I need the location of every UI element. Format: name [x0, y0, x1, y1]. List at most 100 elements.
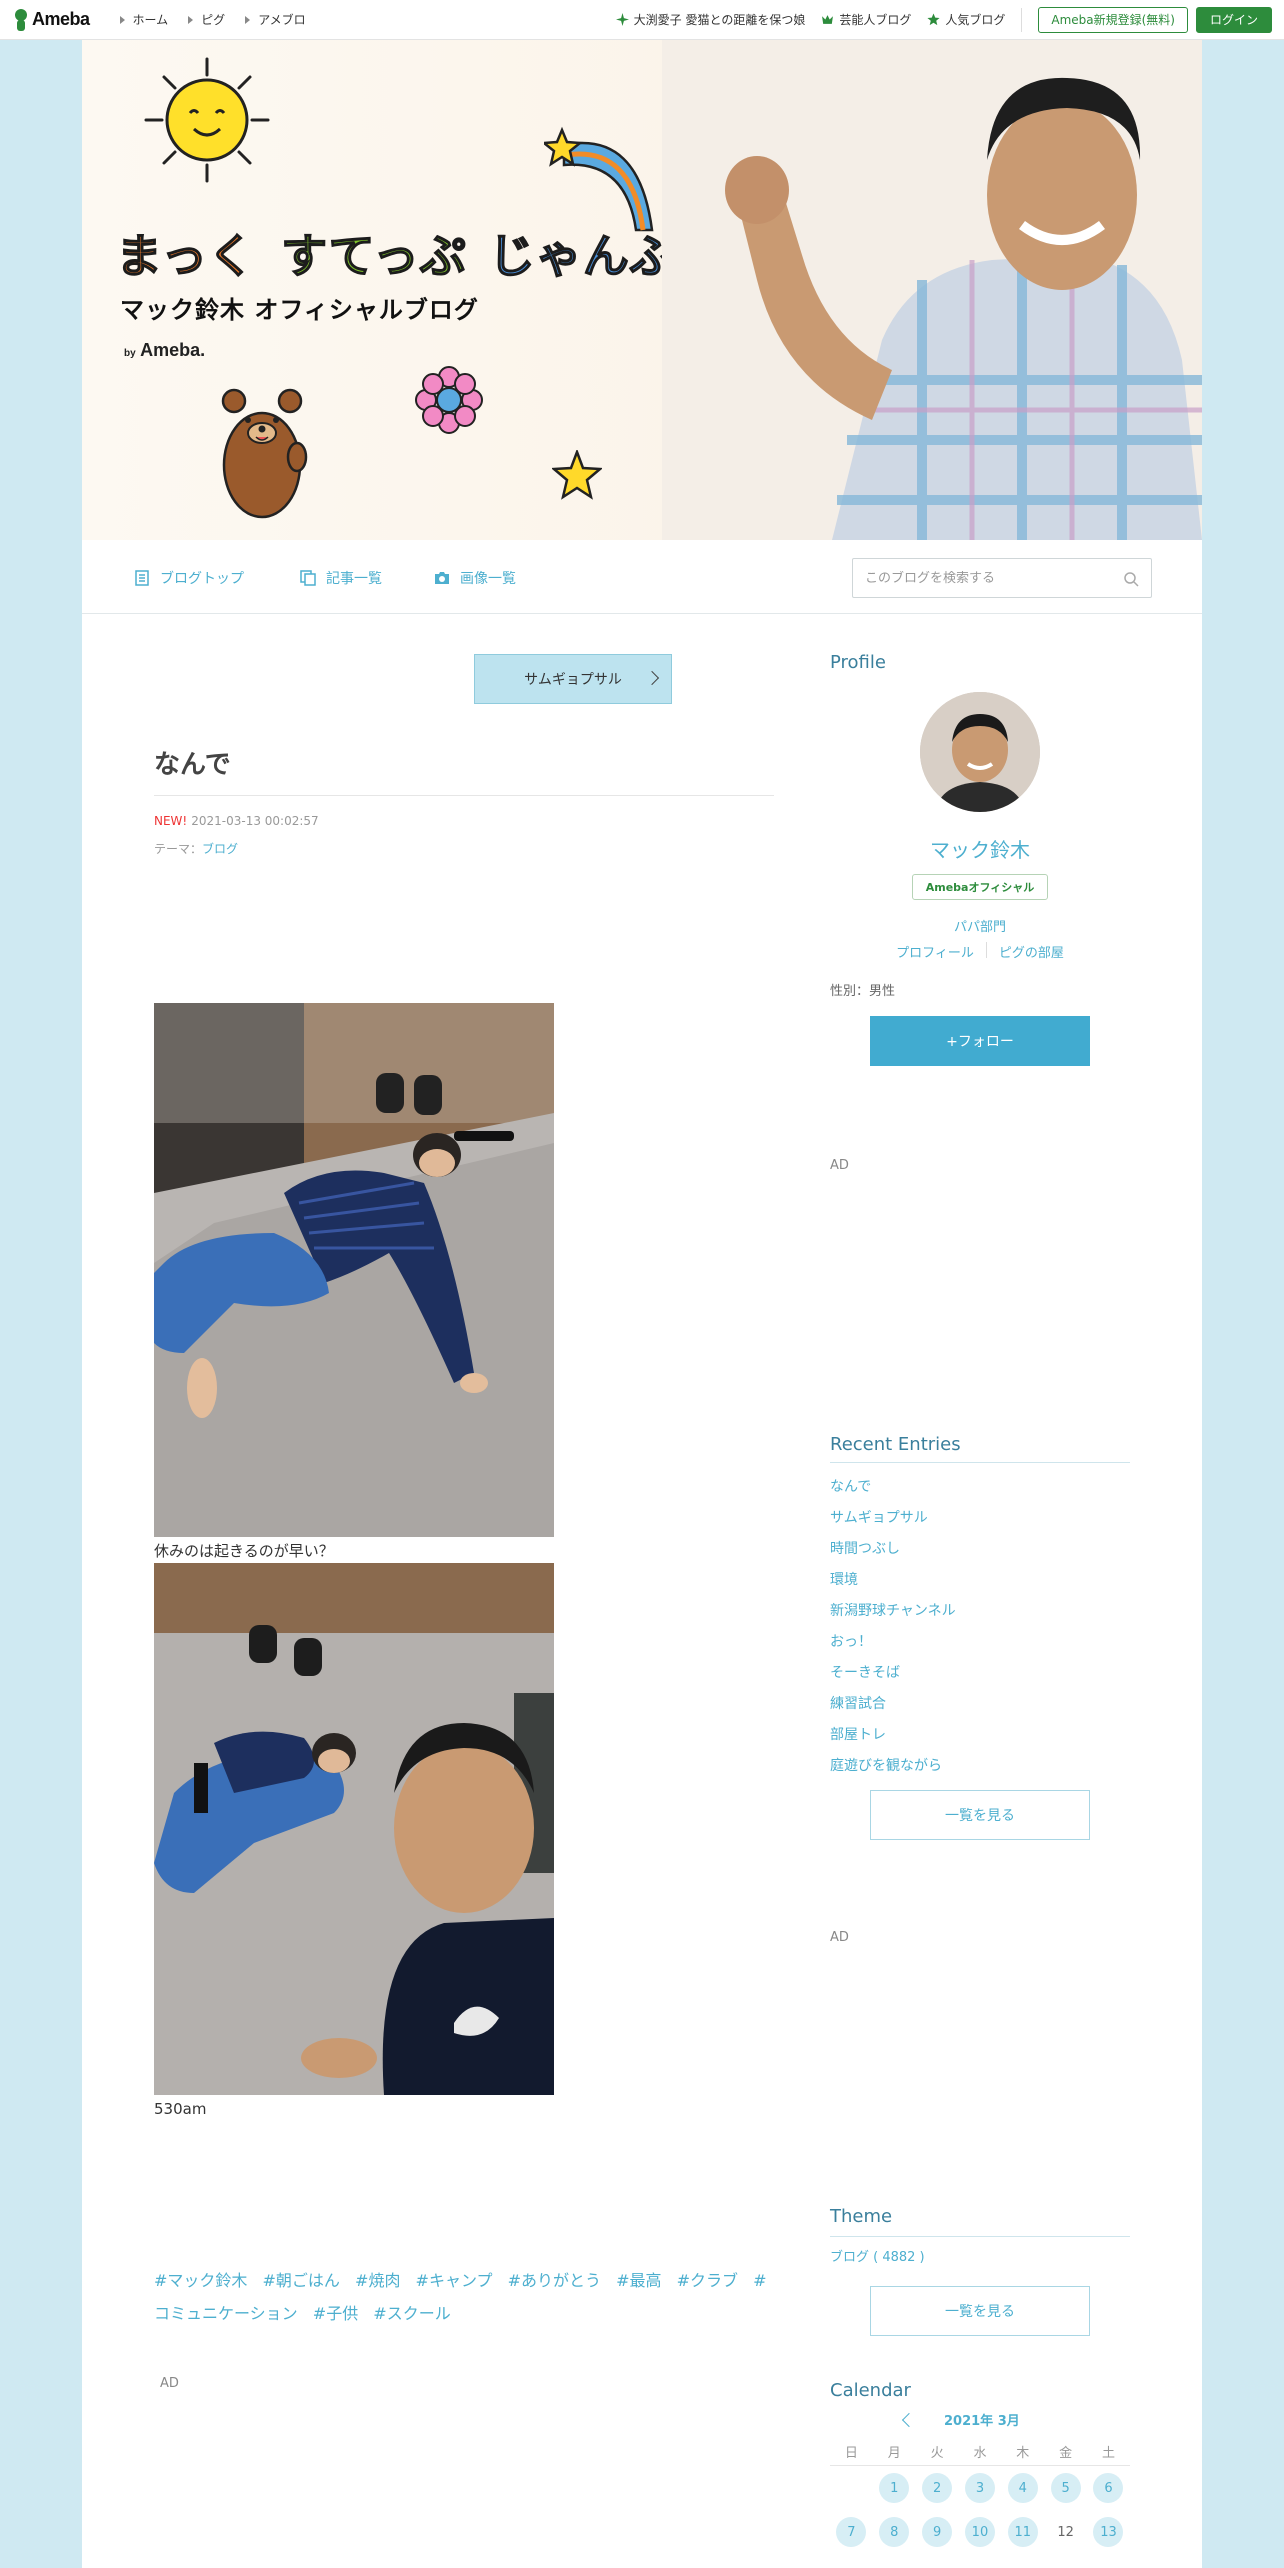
search-icon[interactable] — [1123, 571, 1139, 587]
calendar-day-link[interactable]: 13 — [1093, 2517, 1124, 2547]
register-button[interactable]: Ameba新規登録(無料) — [1038, 6, 1188, 33]
ameba-logo[interactable]: Ameba — [12, 7, 90, 33]
calendar-weekdays: 日 月 火 水 木 金 土 — [830, 2438, 1130, 2466]
popular-blog-link[interactable]: 人気ブログ — [927, 11, 1005, 28]
profile-category[interactable]: パパ部門 — [830, 916, 1130, 935]
calendar-day-link[interactable]: 11 — [1007, 2517, 1038, 2547]
chevron-right-icon — [188, 15, 194, 24]
theme-link[interactable]: ブログ ( 4882 ) — [830, 2246, 925, 2265]
hashtag-link[interactable]: #スクール — [373, 2304, 450, 2323]
recent-entry-link[interactable]: 新潟野球チャンネル — [830, 1596, 1130, 1627]
ameba-logo-text: Ameba — [32, 9, 90, 29]
popular-blog-label: 人気ブログ — [945, 13, 1006, 27]
calendar-day-link[interactable]: 4 — [1007, 2473, 1038, 2503]
recent-more-button[interactable]: 一覧を見る — [870, 1790, 1090, 1840]
hashtag-link[interactable]: #最高 — [616, 2271, 661, 2290]
nav-home[interactable]: ホーム — [119, 11, 169, 28]
new-badge: NEW! — [154, 814, 188, 828]
calendar-month: 2021年 3月 — [944, 2414, 1020, 2429]
blog-header-banner[interactable]: まっく すてっぷ じゃんぷ マック鈴木 オフィシャルブログ by Ameba. — [82, 40, 1202, 540]
calendar-heading: Calendar — [830, 2380, 911, 2401]
recent-entry-link[interactable]: おっ！ — [830, 1627, 1130, 1658]
chevron-right-icon — [119, 15, 125, 24]
calendar-day-link[interactable]: 3 — [964, 2473, 995, 2503]
article-meta: NEW! 2021-03-13 00:02:57 — [154, 814, 319, 828]
recent-entry-link[interactable]: サムギョプサル — [830, 1503, 1130, 1534]
nav-home-label: ホーム — [132, 13, 169, 27]
hashtag-link[interactable]: #焼肉 — [355, 2271, 400, 2290]
hashtag-link[interactable]: #クラブ — [677, 2271, 738, 2290]
calendar-day-link[interactable]: 5 — [1050, 2473, 1081, 2503]
sun-illustration — [144, 57, 270, 183]
article-title: なんで — [154, 744, 774, 796]
blog-search-input[interactable] — [865, 570, 1115, 586]
hashtag-link[interactable]: #マック鈴木 — [154, 2271, 247, 2290]
pigg-room-link[interactable]: ピグの部屋 — [999, 942, 1064, 961]
nav-entry-list-label: 記事一覧 — [326, 571, 382, 587]
banner-title-part1: まっく — [115, 228, 256, 284]
recent-entry-link[interactable]: 庭遊びを観ながら — [830, 1751, 1130, 1782]
small-star-illustration — [552, 450, 602, 500]
hashtag-link[interactable]: #朝ごはん — [263, 2271, 340, 2290]
calendar-day-link[interactable]: 8 — [879, 2517, 910, 2547]
calendar-day-link[interactable]: 6 — [1093, 2473, 1124, 2503]
heading-rule — [830, 2236, 1130, 2237]
profile-avatar[interactable] — [920, 692, 1040, 812]
article-datetime: 2021-03-13 00:02:57 — [191, 814, 319, 828]
profile-name[interactable]: マック鈴木 — [830, 834, 1130, 863]
hashtag-link[interactable]: #キャンプ — [416, 2271, 493, 2290]
recent-entry-link[interactable]: なんで — [830, 1472, 1130, 1503]
recent-entry-link[interactable]: 練習試合 — [830, 1689, 1130, 1720]
chevron-right-icon — [644, 670, 660, 686]
header-portrait-photo — [662, 40, 1202, 540]
nav-ameblo[interactable]: アメブロ — [245, 11, 306, 28]
calendar-day-link[interactable]: 7 — [836, 2517, 867, 2547]
calendar-day-link[interactable]: 1 — [879, 2473, 910, 2503]
ad-label: AD — [160, 2376, 179, 2391]
chevron-right-icon — [245, 15, 251, 24]
trending-link-label: 大渕愛子 愛猫との距離を保つ娘 — [633, 13, 806, 27]
nav-ameblo-label: アメブロ — [258, 13, 306, 27]
link-divider — [985, 942, 987, 958]
recent-entry-link[interactable]: 環境 — [830, 1565, 1130, 1596]
celebrity-blog-link[interactable]: 芸能人ブログ — [821, 11, 911, 28]
star-icon — [927, 13, 940, 26]
recent-entry-link[interactable]: 部屋トレ — [830, 1720, 1130, 1751]
weekday-label: 火 — [930, 2446, 944, 2461]
recent-entries-list: なんで サムギョプサル 時間つぶし 環境 新潟野球チャンネル おっ！ そーきそば… — [830, 1472, 1130, 1782]
article-theme-link[interactable]: ブログ — [202, 842, 238, 856]
profile-link[interactable]: プロフィール — [896, 942, 974, 961]
chevron-left-icon[interactable] — [901, 2412, 917, 2428]
nav-image-list[interactable]: 画像一覧 — [434, 568, 516, 588]
recent-entry-link[interactable]: 時間つぶし — [830, 1534, 1130, 1565]
previous-entry-button[interactable]: サムギョプサル — [474, 654, 672, 704]
global-header: Ameba ホーム ピグ アメブロ 大渕愛子 愛猫との距離を保つ娘 芸能人ブログ… — [0, 0, 1284, 40]
hashtag-list: #マック鈴木 #朝ごはん #焼肉 #キャンプ #ありがとう #最高 #クラブ #… — [154, 2264, 774, 2330]
calendar-day-link[interactable]: 10 — [964, 2517, 995, 2547]
article-photo-2[interactable] — [154, 1563, 554, 2095]
hashtag-link[interactable]: #子供 — [313, 2304, 358, 2323]
nav-entry-list[interactable]: 記事一覧 — [300, 568, 382, 588]
nav-pigg[interactable]: ピグ — [188, 11, 225, 28]
banner-title-part2: すてっぷ — [280, 228, 467, 284]
weekday-label: 木 — [1016, 2446, 1030, 2461]
nav-blog-top[interactable]: ブログトップ — [134, 568, 244, 588]
calendar-day-link[interactable]: 9 — [922, 2517, 953, 2547]
follow-button[interactable]: +フォロー — [870, 1016, 1090, 1066]
calendar-day-link[interactable]: 2 — [922, 2473, 953, 2503]
article-theme-prefix: テーマ： — [154, 842, 203, 856]
blog-page: まっくすてっぷじゃんぷ マック鈴木 オフィシャルブログ by Ameba. — [82, 40, 1202, 2568]
avatar-photo — [920, 692, 1040, 812]
banner-title: まっく すてっぷ じゃんぷ — [115, 220, 677, 286]
article-photo-1[interactable] — [154, 1003, 554, 1537]
sparkle-icon — [615, 13, 629, 26]
recent-entry-link[interactable]: そーきそば — [830, 1658, 1130, 1689]
theme-more-button[interactable]: 一覧を見る — [870, 2286, 1090, 2336]
login-button[interactable]: ログイン — [1195, 6, 1272, 33]
flower-illustration — [415, 366, 483, 434]
trending-link[interactable]: 大渕愛子 愛猫との距離を保つ娘 — [615, 11, 806, 28]
ad-label: AD — [830, 1930, 849, 1945]
profile-gender: 性別：男性 — [830, 984, 896, 999]
hashtag-link[interactable]: #ありがとう — [508, 2271, 601, 2290]
theme-heading: Theme — [830, 2206, 893, 2227]
